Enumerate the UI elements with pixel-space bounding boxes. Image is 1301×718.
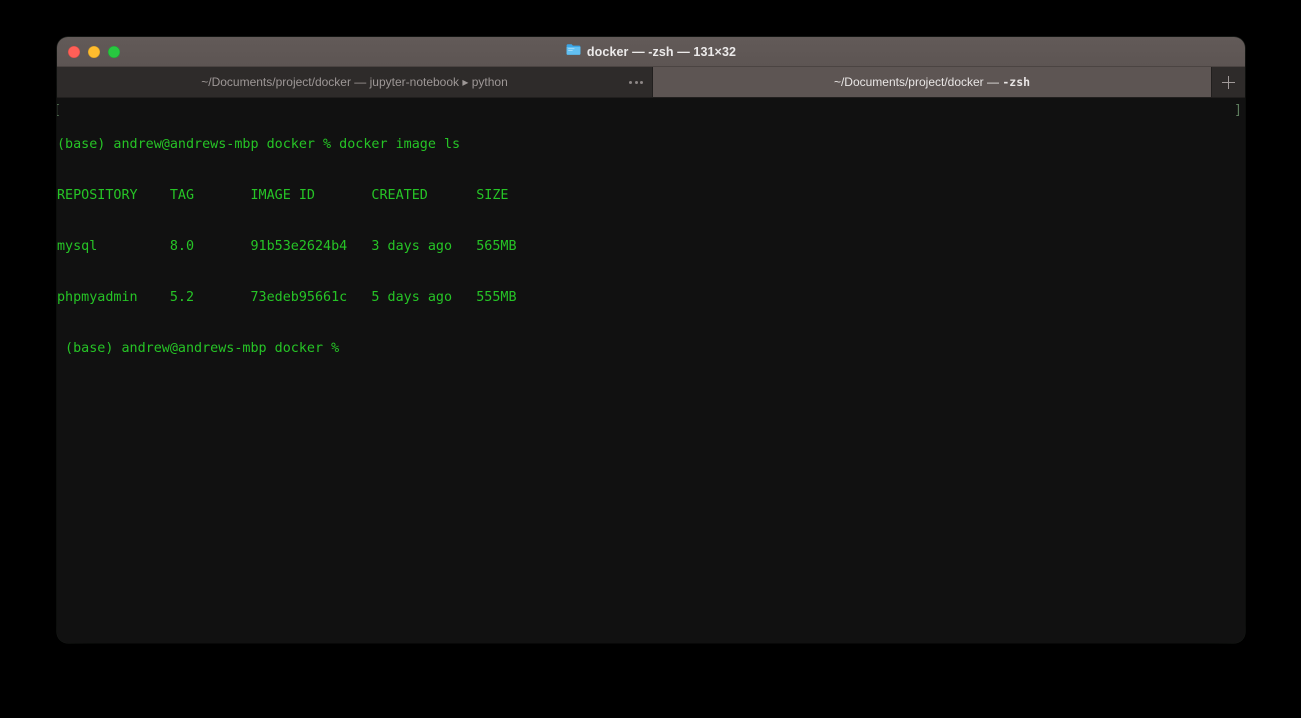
terminal-window: docker — -zsh — 131×32 ~/Documents/proje…	[57, 37, 1245, 643]
new-tab-area[interactable]	[1211, 67, 1245, 97]
window-title-text: docker — -zsh — 131×32	[586, 44, 737, 59]
folder-icon	[566, 43, 581, 61]
plus-icon[interactable]	[1222, 75, 1235, 89]
tab-label: ~/Documents/project/docker — -zsh	[808, 75, 1056, 89]
terminal-output-area[interactable]: [ ] (base) andrew@andrews-mbp docker % d…	[57, 98, 1245, 643]
terminal-line-prompt: (base) andrew@andrews-mbp docker %	[57, 341, 348, 356]
maximize-button[interactable]	[108, 45, 120, 58]
close-button[interactable]	[68, 45, 80, 58]
terminal-line-row: phpmyadmin 5.2 73edeb95661c 5 days ago 5…	[57, 290, 517, 305]
tab-label-path: ~/Documents/project/docker —	[833, 75, 1003, 89]
terminal-line-command: (base) andrew@andrews-mbp docker % docke…	[57, 137, 461, 152]
traffic-light-buttons	[68, 37, 120, 66]
window-title-bar[interactable]: docker — -zsh — 131×32	[57, 37, 1245, 67]
tab-zsh[interactable]: ~/Documents/project/docker — -zsh	[653, 67, 1211, 97]
terminal-line-header: REPOSITORY TAG IMAGE ID CREATED SIZE	[57, 188, 509, 203]
minimize-button[interactable]	[88, 45, 100, 58]
tab-jupyter-notebook[interactable]: ~/Documents/project/docker — jupyter-not…	[57, 67, 653, 97]
ellipsis-icon[interactable]	[629, 67, 643, 97]
tab-label-shell: -zsh	[1002, 75, 1031, 89]
terminal-line-row: mysql 8.0 91b53e2624b4 3 days ago 565MB	[57, 239, 517, 254]
desktop-background: docker — -zsh — 131×32 ~/Documents/proje…	[0, 0, 1301, 718]
tab-label: ~/Documents/project/docker — jupyter-not…	[201, 75, 508, 89]
terminal-text: (base) andrew@andrews-mbp docker % docke…	[57, 102, 1245, 391]
window-title-center: docker — -zsh — 131×32	[57, 37, 1245, 66]
tab-bar: ~/Documents/project/docker — jupyter-not…	[57, 67, 1245, 98]
